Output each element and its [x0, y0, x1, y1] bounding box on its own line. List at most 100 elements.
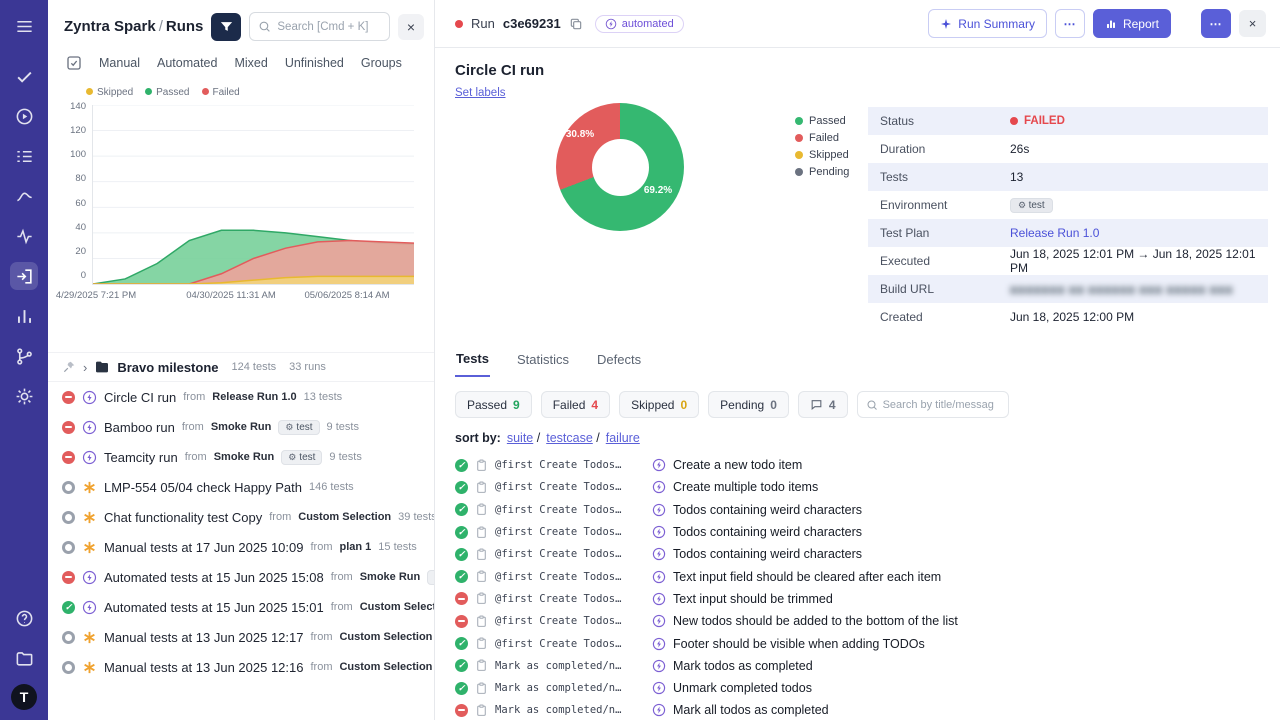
- sort-option[interactable]: failure: [606, 431, 640, 445]
- status-filter-chip[interactable]: Pending0: [708, 391, 789, 418]
- comments-filter-chip[interactable]: 4: [798, 391, 848, 418]
- bar-chart-icon[interactable]: [10, 302, 38, 330]
- run-row[interactable]: Circle CI run from Release Run 1.0 13 te…: [48, 382, 434, 412]
- tasks-check-icon[interactable]: [10, 62, 38, 90]
- environment-chip-label: test: [299, 452, 315, 463]
- branch-icon[interactable]: [10, 342, 38, 370]
- project-name[interactable]: Zyntra Spark: [64, 18, 156, 35]
- play-circle-icon[interactable]: [10, 102, 38, 130]
- sparkle-icon: [940, 18, 952, 30]
- test-title: Mark todos as completed: [673, 659, 813, 673]
- donut-legend-label: Pending: [809, 166, 849, 178]
- test-row[interactable]: @first Create Todos… Todos containing we…: [455, 499, 1268, 521]
- automated-icon: [652, 458, 666, 472]
- milestone-row[interactable]: › Bravo milestone 124 tests 33 runs: [48, 352, 434, 382]
- sidebar-tab[interactable]: Groups: [361, 56, 402, 70]
- report-button[interactable]: Report: [1093, 9, 1171, 38]
- run-row[interactable]: Manual tests at 13 Jun 2025 12:16 from C…: [48, 652, 434, 682]
- legend-item: Passed: [145, 87, 189, 98]
- automated-icon: [652, 503, 666, 517]
- run-row[interactable]: Teamcity run from Smoke Run ⚙test 9 test…: [48, 442, 434, 472]
- chevron-right-icon[interactable]: ›: [83, 360, 87, 375]
- run-row[interactable]: Chat functionality test Copy from Custom…: [48, 502, 434, 532]
- more-actions-button[interactable]: ⋯: [1055, 9, 1085, 38]
- tests-search-input[interactable]: [883, 399, 1000, 411]
- test-title: Text input field should be cleared after…: [673, 570, 941, 584]
- manual-icon: [82, 510, 97, 525]
- filter-button[interactable]: [211, 13, 241, 41]
- run-from-label: from: [185, 451, 207, 463]
- sort-option[interactable]: testcase: [546, 431, 593, 445]
- pin-icon[interactable]: [62, 360, 76, 374]
- sidebar-close-button[interactable]: ×: [398, 14, 424, 40]
- run-summary-button[interactable]: Run Summary: [928, 9, 1047, 38]
- pane-close-button[interactable]: ×: [1239, 10, 1266, 37]
- donut-legend-item: Skipped: [795, 149, 849, 161]
- test-suite: @first Create Todos…: [495, 571, 645, 583]
- run-tab[interactable]: Tests: [455, 351, 490, 377]
- detail-label: Tests: [880, 170, 1010, 184]
- run-tabs: Tests Statistics Defects: [455, 351, 1268, 377]
- test-row[interactable]: Mark as completed/n… Mark all todos as c…: [455, 699, 1268, 720]
- sort-option[interactable]: suite: [507, 431, 533, 445]
- filter-label: Pending: [720, 398, 764, 412]
- sidebar-tab[interactable]: Manual: [99, 56, 140, 70]
- test-row[interactable]: @first Create Todos… New todos should be…: [455, 610, 1268, 632]
- run-row[interactable]: Automated tests at 15 Jun 2025 15:01 fro…: [48, 592, 434, 622]
- test-row[interactable]: @first Create Todos… Todos containing we…: [455, 543, 1268, 565]
- pane-more-button[interactable]: ⋯: [1201, 9, 1231, 38]
- checklist-icon[interactable]: [10, 142, 38, 170]
- search-icon: [866, 399, 878, 411]
- run-name: Teamcity run: [104, 450, 178, 465]
- folder-icon: [94, 359, 110, 375]
- menu-icon[interactable]: [10, 12, 38, 40]
- run-tab[interactable]: Statistics: [516, 351, 570, 377]
- test-suite: @first Create Todos…: [495, 459, 645, 471]
- test-suite: Mark as completed/n…: [495, 660, 645, 672]
- test-row[interactable]: @first Create Todos… Create a new todo i…: [455, 454, 1268, 476]
- run-type-icon: [82, 420, 97, 435]
- breadcrumb: Zyntra Spark/Runs: [64, 18, 203, 35]
- test-row[interactable]: @first Create Todos… Footer should be vi…: [455, 632, 1268, 654]
- test-title: Mark all todos as completed: [673, 703, 829, 717]
- detail-row: Environment test: [868, 191, 1268, 219]
- status-filter-chip[interactable]: Passed9: [455, 391, 532, 418]
- app-logo[interactable]: T: [11, 684, 37, 710]
- run-row[interactable]: Manual tests at 13 Jun 2025 12:17 from C…: [48, 622, 434, 652]
- run-row[interactable]: Automated tests at 15 Jun 2025 15:08 fro…: [48, 562, 434, 592]
- sidebar-tab[interactable]: Mixed: [234, 56, 267, 70]
- run-source: Custom Selection: [298, 511, 391, 523]
- test-row[interactable]: Mark as completed/n… Unmark completed to…: [455, 677, 1268, 699]
- legend-dot: [145, 88, 152, 95]
- run-row[interactable]: LMP-554 05/04 check Happy Path 146 tests: [48, 472, 434, 502]
- search-input[interactable]: [277, 21, 381, 33]
- run-row[interactable]: Manual tests at 17 Jun 2025 10:09 from p…: [48, 532, 434, 562]
- run-status-icon: [62, 571, 75, 584]
- sidebar-tab[interactable]: Automated: [157, 56, 217, 70]
- docs-icon[interactable]: [10, 644, 38, 672]
- test-row[interactable]: @first Create Todos… Text input should b…: [455, 588, 1268, 610]
- test-title: Create multiple todo items: [673, 480, 818, 494]
- run-tab[interactable]: Defects: [596, 351, 642, 377]
- chart-legend: Skipped Passed Failed: [60, 85, 422, 99]
- test-row[interactable]: @first Create Todos… Create multiple tod…: [455, 476, 1268, 498]
- detail-label: Executed: [880, 254, 1010, 268]
- set-labels-link[interactable]: Set labels: [455, 87, 506, 99]
- gear-icon: ⚙: [285, 422, 293, 433]
- help-icon[interactable]: [10, 604, 38, 632]
- test-row[interactable]: Mark as completed/n… Mark todos as compl…: [455, 655, 1268, 677]
- runs-import-icon[interactable]: [10, 262, 38, 290]
- test-row[interactable]: @first Create Todos… Todos containing we…: [455, 521, 1268, 543]
- status-filter-chip[interactable]: Failed4: [541, 391, 610, 418]
- trend-line-icon[interactable]: [10, 182, 38, 210]
- bulk-select-icon[interactable]: [66, 55, 82, 71]
- run-row[interactable]: Bamboo run from Smoke Run ⚙test 9 tests: [48, 412, 434, 442]
- copy-icon[interactable]: [569, 17, 583, 31]
- detail-value: 13: [1010, 170, 1023, 184]
- status-filter-chip[interactable]: Skipped0: [619, 391, 699, 418]
- automated-icon: [652, 703, 666, 717]
- sidebar-tab[interactable]: Unfinished: [285, 56, 344, 70]
- pulse-icon[interactable]: [10, 222, 38, 250]
- gear-icon[interactable]: [10, 382, 38, 410]
- test-row[interactable]: @first Create Todos… Text input field sh…: [455, 565, 1268, 587]
